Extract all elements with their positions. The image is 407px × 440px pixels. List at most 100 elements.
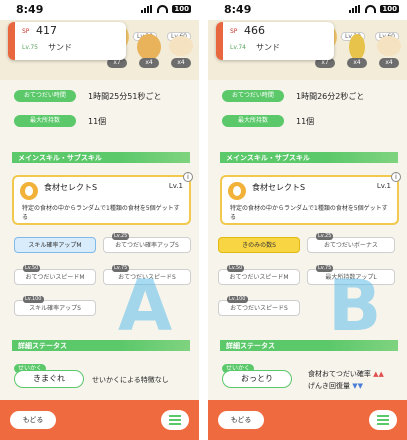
help-time-label: おてつだい時間	[222, 90, 284, 102]
pokemon-name: サンド	[256, 43, 280, 52]
nature-value[interactable]: きまぐれ	[14, 370, 84, 388]
right-screen: 8:49 100 x7 Lv.30x4 Lv.60x4 SP 466 Lv.74…	[208, 0, 407, 440]
skill-level: Lv.1	[376, 182, 391, 190]
section-title: 詳細ステータス	[18, 342, 67, 350]
subskill-unlock-level: Lv.50	[227, 265, 245, 272]
subskill-unlock-level: Lv.25	[112, 233, 130, 240]
skill-description: 特定の食材の中からランダムで1種類の食材を5個ゲットする	[22, 205, 180, 221]
status-icons: 100	[141, 5, 191, 13]
card-accent	[216, 22, 223, 60]
skill-description: 特定の食材の中からランダムで1種類の食材を5個ゲットする	[230, 205, 388, 221]
subskill-unlock-level: Lv.100	[23, 296, 44, 303]
ingredient-count: x4	[379, 58, 399, 68]
help-time-value: 1時間25分51秒ごと	[88, 91, 162, 101]
nature-effect: せいかくによる特徴なし	[92, 376, 169, 384]
status-bar: 8:49 100	[0, 0, 199, 20]
signal-icon	[349, 5, 361, 13]
menu-button[interactable]	[161, 410, 189, 430]
battery-icon: 100	[172, 5, 191, 13]
detail-section-header: 詳細ステータス	[220, 340, 399, 351]
max-carry-row: 最大所持数 11個	[14, 115, 106, 127]
skills-section-header: メインスキル・サブスキル	[12, 152, 191, 163]
ingredient-count: x4	[347, 58, 367, 68]
ingredient-slot[interactable]: Lv.30x4	[133, 24, 163, 68]
pokemon-name: サンド	[48, 43, 72, 52]
subskill-unlock-level: Lv.100	[227, 296, 248, 303]
pokemon-card[interactable]: SP 466 Lv.74 サンド	[216, 22, 334, 60]
max-carry-value: 11個	[296, 116, 315, 126]
max-carry-value: 11個	[88, 116, 107, 126]
menu-icon	[377, 415, 389, 417]
section-title: 詳細ステータス	[226, 342, 275, 350]
apple-icon	[228, 182, 246, 200]
max-carry-label: 最大所持数	[222, 115, 284, 127]
sp-label: SP	[22, 28, 30, 35]
pokemon-level: Lv.75	[22, 44, 38, 51]
info-icon[interactable]: i	[183, 172, 193, 182]
card-accent	[8, 22, 15, 60]
help-time-row: おてつだい時間 1時間26分2秒ごと	[222, 90, 364, 102]
up-arrow-icon: ▲▲	[373, 370, 384, 378]
ingredient-icon	[349, 34, 365, 60]
handwritten-letter: A	[118, 265, 173, 347]
main-skill-card[interactable]: 食材セレクトS Lv.1 特定の食材の中からランダムで1種類の食材を5個ゲットす…	[12, 172, 193, 225]
subskill-label: スキル確率アップM	[28, 242, 82, 249]
subskill-3[interactable]: Lv.50 おてつだいスピードM	[14, 265, 96, 285]
back-button[interactable]: もどる	[218, 411, 264, 429]
ingredient-count: x4	[139, 58, 159, 68]
main-skill-card[interactable]: 食材セレクトS Lv.1 特定の食材の中からランダムで1種類の食材を5個ゲットす…	[220, 172, 401, 225]
skill-level: Lv.1	[168, 182, 183, 190]
handwritten-letter: B	[328, 265, 382, 347]
subskill-2[interactable]: Lv.25 おてつだい確率アップS	[103, 233, 191, 253]
down-arrow-icon: ▼▼	[352, 382, 364, 390]
nature-down-text: げんき回復量	[308, 382, 350, 390]
menu-button[interactable]	[369, 410, 397, 430]
subskill-5[interactable]: Lv.100 おてつだいスピードS	[218, 296, 300, 316]
section-title: メインスキル・サブスキル	[226, 154, 310, 162]
info-icon[interactable]: i	[391, 172, 401, 182]
battery-icon: 100	[380, 5, 399, 13]
subskill-1[interactable]: きのみの数S	[218, 237, 300, 253]
max-carry-row: 最大所持数 11個	[222, 115, 314, 127]
sp-value: 417	[36, 24, 57, 37]
status-time: 8:49	[224, 3, 252, 16]
help-time-label: おてつだい時間	[14, 90, 76, 102]
ingredient-count: x4	[171, 58, 191, 68]
sp-label: SP	[230, 28, 238, 35]
help-time-value: 1時間26分2秒ごと	[296, 91, 365, 101]
bottom-bar: もどる	[0, 400, 199, 440]
ingredient-slot[interactable]: Lv.30x4	[341, 24, 371, 68]
ingredient-slot[interactable]: Lv.60x4	[375, 24, 403, 68]
subskill-unlock-level: Lv.50	[23, 265, 41, 272]
subskill-label: スキル確率アップS	[29, 305, 81, 312]
subskill-label: おてつだいスピードS	[230, 305, 288, 312]
wifi-icon	[365, 5, 377, 13]
pokemon-card[interactable]: SP 417 Lv.75 サンド	[8, 22, 126, 60]
nature-up-text: 食材おてつだい確率	[308, 370, 371, 378]
screen-divider	[199, 0, 208, 440]
pokemon-header: x7 Lv.30x4 Lv.60x4 SP 466 Lv.74 サンド	[208, 20, 407, 80]
nature-down: げんき回復量 ▼▼	[308, 381, 363, 391]
status-icons: 100	[349, 5, 399, 13]
help-time-row: おてつだい時間 1時間25分51秒ごと	[14, 90, 161, 102]
ingredient-icon	[169, 36, 193, 56]
subskill-2[interactable]: Lv.25 おてつだいボーナス	[307, 233, 395, 253]
nature-up: 食材おてつだい確率 ▲▲	[308, 369, 384, 379]
subskill-1[interactable]: スキル確率アップM	[14, 237, 96, 253]
subskill-label: おてつだい確率アップS	[115, 242, 179, 249]
status-bar: 8:49 100	[208, 0, 407, 20]
subskill-unlock-level: Lv.25	[316, 233, 334, 240]
left-screen: 8:49 100 x7 Lv.30x4 Lv.60x4 SP 417 Lv.75…	[0, 0, 199, 440]
back-button[interactable]: もどる	[10, 411, 56, 429]
skill-title: 食材セレクトS	[252, 183, 306, 192]
menu-icon	[169, 415, 181, 417]
subskill-3[interactable]: Lv.50 おてつだいスピードM	[218, 265, 300, 285]
section-title: メインスキル・サブスキル	[18, 154, 102, 162]
bottom-bar: もどる	[208, 400, 407, 440]
max-carry-label: 最大所持数	[14, 115, 76, 127]
nature-value[interactable]: おっとり	[222, 370, 292, 388]
subskill-5[interactable]: Lv.100 スキル確率アップS	[14, 296, 96, 316]
pokemon-level: Lv.74	[230, 44, 246, 51]
ingredient-slot[interactable]: Lv.60x4	[167, 24, 195, 68]
subskill-label: おてつだいスピードM	[229, 274, 289, 281]
